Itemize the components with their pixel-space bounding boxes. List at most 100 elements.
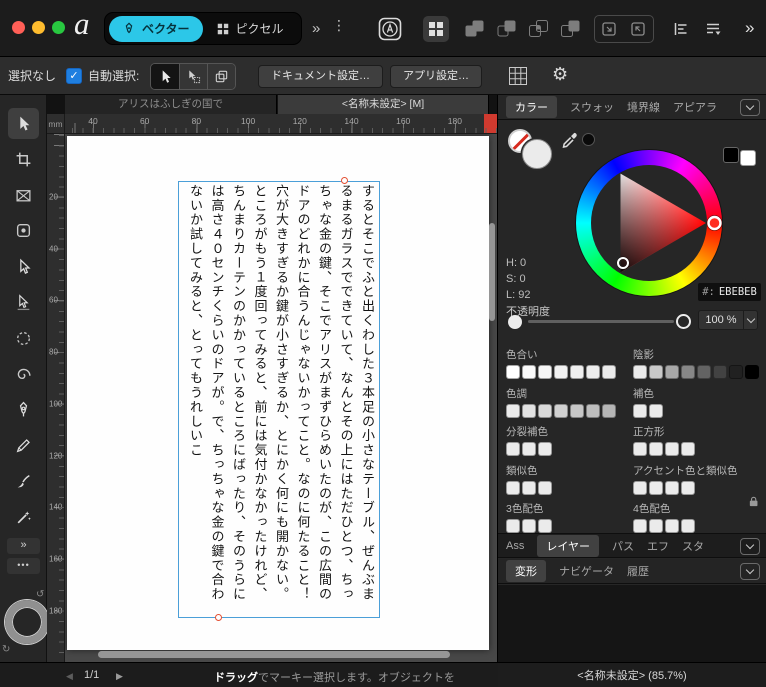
harmony-swatch[interactable] bbox=[570, 365, 584, 379]
harmony-swatch[interactable] bbox=[522, 365, 536, 379]
contour-tool[interactable] bbox=[8, 287, 39, 318]
tab-paths[interactable]: パス bbox=[612, 538, 634, 554]
alignment-icon[interactable] bbox=[668, 16, 694, 42]
harmony-swatch[interactable] bbox=[522, 480, 536, 495]
tab-stroke[interactable]: 境界線 bbox=[627, 99, 660, 115]
insert-behind-icon[interactable] bbox=[630, 21, 647, 38]
tab-appearance[interactable]: アピアラ bbox=[673, 99, 717, 115]
harmony-swatch[interactable] bbox=[554, 403, 568, 418]
artboard-tool[interactable] bbox=[8, 144, 39, 175]
eyedropper-icon[interactable] bbox=[560, 131, 579, 150]
eyedropper-color-well[interactable] bbox=[582, 133, 595, 146]
boolean-add-icon[interactable] bbox=[461, 16, 487, 42]
harmony-swatch[interactable] bbox=[649, 365, 663, 379]
tab-transform[interactable]: 変形 bbox=[506, 560, 546, 582]
insert-inside-icon[interactable] bbox=[601, 21, 618, 38]
harmony-swatch[interactable] bbox=[538, 519, 552, 533]
harmony-swatch[interactable] bbox=[554, 365, 568, 379]
vertical-ruler[interactable]: 20 40 60 80 100 120 140 160 180 bbox=[47, 134, 65, 662]
harmony-swatch[interactable] bbox=[522, 442, 536, 456]
harmony-swatch[interactable] bbox=[649, 442, 663, 456]
window-minimize-button[interactable] bbox=[32, 21, 45, 34]
boolean-divide-icon[interactable] bbox=[557, 16, 583, 42]
harmony-swatch[interactable] bbox=[665, 519, 679, 533]
black-swatch[interactable] bbox=[723, 147, 739, 163]
harmony-swatch[interactable] bbox=[729, 365, 743, 379]
text-frame-handle-top[interactable] bbox=[341, 177, 348, 184]
harmony-swatch[interactable] bbox=[538, 403, 552, 418]
harmony-swatch[interactable] bbox=[538, 480, 552, 495]
opacity-slider-origin[interactable] bbox=[508, 315, 522, 329]
harmony-swatch[interactable] bbox=[602, 403, 616, 418]
select-copy-button[interactable] bbox=[207, 64, 235, 89]
document-tab-untitled[interactable]: <名称未設定> [M] bbox=[278, 95, 489, 114]
harmony-swatch[interactable] bbox=[649, 480, 663, 495]
harmony-swatch[interactable] bbox=[538, 442, 552, 456]
harmony-swatch[interactable] bbox=[570, 403, 584, 418]
harmony-swatch[interactable] bbox=[649, 403, 663, 418]
grid-settings-icon[interactable] bbox=[508, 66, 528, 86]
pen-tool[interactable] bbox=[8, 394, 39, 425]
harmony-swatch[interactable] bbox=[633, 365, 647, 379]
tab-swatches[interactable]: スウォッ bbox=[570, 99, 614, 115]
tab-effects[interactable]: エフ bbox=[647, 538, 669, 554]
select-cursor-button[interactable] bbox=[151, 64, 179, 89]
tab-styles[interactable]: スタ bbox=[682, 538, 704, 554]
harmony-swatch[interactable] bbox=[681, 519, 695, 533]
horizontal-scrollbar[interactable] bbox=[98, 651, 450, 658]
transform-panel-menu-button[interactable] bbox=[740, 563, 760, 580]
harmony-swatch[interactable] bbox=[602, 365, 616, 379]
harmony-swatch[interactable] bbox=[665, 480, 679, 495]
rail-expand-button[interactable]: » bbox=[7, 538, 40, 554]
pencil-tool[interactable] bbox=[8, 430, 39, 461]
text-frame-handle-bottom[interactable] bbox=[215, 614, 222, 621]
color-triangle[interactable] bbox=[576, 150, 722, 296]
harmony-swatch[interactable] bbox=[633, 480, 647, 495]
harmony-swatch[interactable] bbox=[681, 365, 695, 379]
harmony-swatch[interactable] bbox=[681, 480, 695, 495]
vector-brush-tool[interactable] bbox=[8, 466, 39, 497]
gear-icon[interactable]: ⚙ bbox=[552, 64, 568, 85]
document-settings-button[interactable]: ドキュメント設定… bbox=[258, 65, 383, 88]
harmony-swatch[interactable] bbox=[697, 365, 711, 379]
designer-persona-icon[interactable] bbox=[377, 16, 403, 42]
harmony-swatch[interactable] bbox=[633, 403, 647, 418]
boolean-subtract-icon[interactable] bbox=[493, 16, 519, 42]
hex-value-field[interactable]: #: EBEBEB bbox=[698, 283, 761, 301]
app-settings-button[interactable]: アプリ設定… bbox=[390, 65, 482, 88]
rail-more-button[interactable]: ••• bbox=[7, 558, 40, 574]
harmony-swatch[interactable] bbox=[506, 442, 520, 456]
harmony-swatch[interactable] bbox=[633, 519, 647, 533]
fill-tool[interactable] bbox=[8, 502, 39, 533]
canvas-viewport[interactable]: するとそこでふと出くわした３本足の小さなテーブル、ぜんぶまるまるガラスでできてい… bbox=[65, 134, 497, 662]
white-swatch[interactable] bbox=[740, 150, 756, 166]
harmony-swatch[interactable] bbox=[745, 365, 759, 379]
toolbar-overflow-chevron-icon[interactable]: » bbox=[745, 18, 754, 38]
lock-icon[interactable] bbox=[749, 496, 760, 507]
harmony-swatch[interactable] bbox=[665, 365, 679, 379]
opacity-slider-knob[interactable] bbox=[676, 314, 691, 329]
harmony-swatch[interactable] bbox=[586, 403, 600, 418]
harmony-swatch[interactable] bbox=[665, 442, 679, 456]
horizontal-ruler[interactable]: 40 60 80 100 120 140 160 180 bbox=[65, 114, 497, 134]
harmony-swatch[interactable] bbox=[713, 365, 727, 379]
harmony-swatch[interactable] bbox=[522, 403, 536, 418]
transparency-tool[interactable] bbox=[8, 215, 39, 246]
move-tool[interactable] bbox=[8, 108, 39, 139]
previous-page-icon[interactable]: ◀ bbox=[66, 671, 73, 682]
harmony-swatch[interactable] bbox=[649, 519, 663, 533]
vector-crop-tool[interactable] bbox=[8, 180, 39, 211]
harmony-swatch[interactable] bbox=[633, 442, 647, 456]
harmony-swatch[interactable] bbox=[681, 442, 695, 456]
text-frame[interactable]: するとそこでふと出くわした３本足の小さなテーブル、ぜんぶまるまるガラスでできてい… bbox=[178, 181, 380, 618]
persona-tab-pixel[interactable]: ピクセル bbox=[203, 16, 297, 42]
grid-toggle-icon[interactable] bbox=[423, 16, 449, 42]
window-close-button[interactable] bbox=[12, 21, 25, 34]
tab-assets[interactable]: Ass bbox=[506, 540, 524, 552]
fill-stroke-color-well[interactable] bbox=[5, 600, 49, 644]
studio-panel-menu-button[interactable] bbox=[740, 538, 760, 555]
tab-history[interactable]: 履歴 bbox=[627, 563, 649, 579]
harmony-swatch[interactable] bbox=[506, 365, 520, 379]
harmony-swatch[interactable] bbox=[586, 365, 600, 379]
persona-overflow-chevron-icon[interactable]: » bbox=[312, 21, 320, 36]
